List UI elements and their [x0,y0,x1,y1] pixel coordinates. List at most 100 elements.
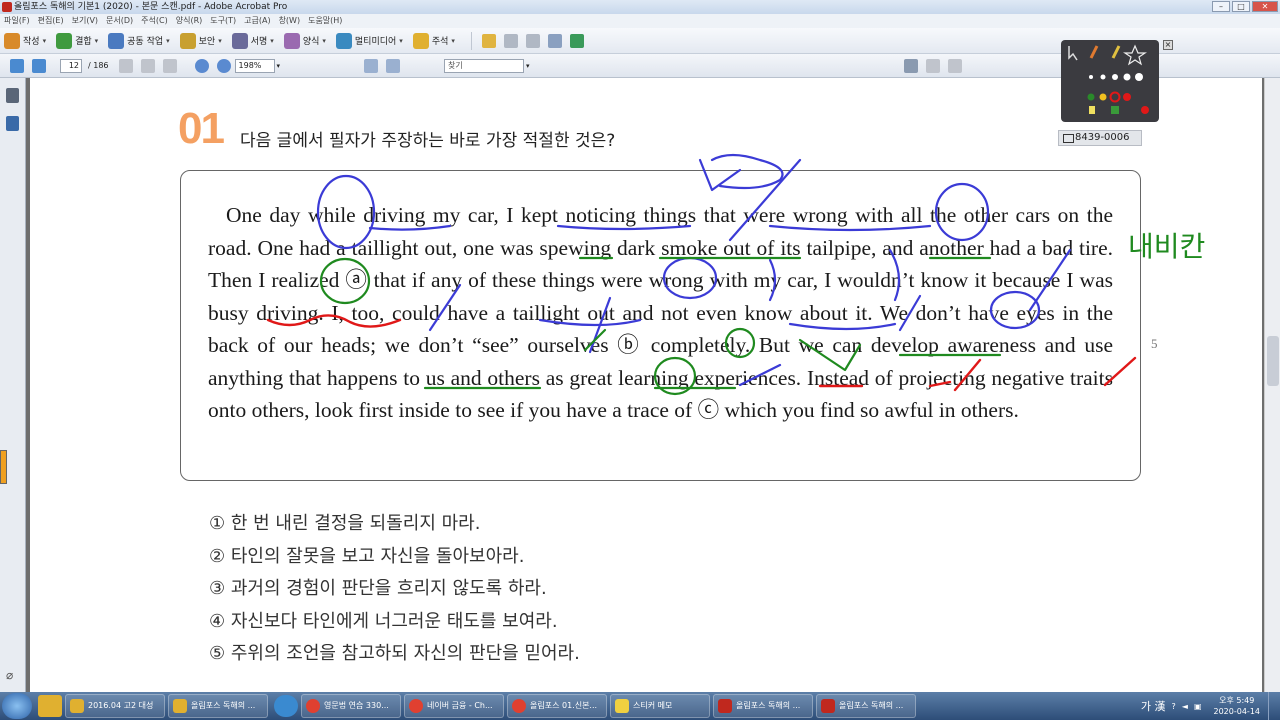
globe-icon[interactable] [569,33,584,48]
minimize-button[interactable]: – [1212,1,1230,12]
lock-icon [179,32,196,49]
color-red [1123,93,1131,101]
collaborate-icon [108,32,125,49]
size-dot-1 [1089,75,1093,79]
fit-page-icon[interactable] [364,58,379,73]
zoom-level-input[interactable]: 198% [234,58,275,73]
menu-tools[interactable]: 도구(T) [210,14,236,28]
taskbar-item-7[interactable]: 올림포스 독해의 ... [713,694,813,718]
option-2[interactable]: ② 타인의 잘못을 보고 자신을 돌아보아라. [209,541,580,574]
zoom-out-icon[interactable] [194,58,209,73]
secure-button[interactable]: 보안 ▾ [179,31,222,51]
clock[interactable]: 오후 5:49 2020-04-14 [1214,695,1261,717]
ie-icon[interactable] [274,695,298,717]
hand-tool-icon[interactable] [140,58,155,73]
pointer-icon [1068,46,1078,61]
option-3[interactable]: ③ 과거의 경험이 판단을 흐리지 않도록 하라. [209,573,580,606]
page-number-input[interactable]: 12 [60,58,82,73]
windows-taskbar: 2016.04 고2 대성 올림포스 독해의 ... 영문법 연습 330...… [0,692,1280,720]
color-red-ring [1109,91,1121,103]
taskbar-item-1[interactable]: 2016.04 고2 대성 [65,694,165,718]
vertical-scrollbar[interactable] [1264,78,1280,692]
create-pdf-icon [4,32,20,49]
acrobat-window: 올림포스 독해의 기본1 (2020) - 본문 스캔.pdf - Adobe … [0,0,1280,720]
size-dot-5 [1135,73,1143,81]
option-4[interactable]: ④ 자신보다 타인에게 너그러운 태도를 보여라. [209,606,580,639]
start-button[interactable] [2,693,32,719]
bookmarks-panel-icon[interactable] [6,116,19,131]
menu-view[interactable]: 보기(V) [72,14,98,28]
forms-button[interactable]: 양식 ▾ [283,31,326,51]
highlight-icon[interactable] [947,58,962,73]
next-page-icon[interactable] [32,58,46,73]
network-icon[interactable]: ▣ [1194,702,1202,711]
taskbar-item-4[interactable]: 네이버 금융 - Ch... [404,694,504,718]
pen-icon [231,32,248,49]
forms-icon [283,32,300,49]
find-input[interactable]: 찾기 [444,58,525,73]
clock-time: 오후 5:49 [1219,696,1255,705]
menu-forms[interactable]: 양식(R) [176,14,203,28]
question-code: 8439-0006 [1058,130,1142,146]
line-number: 5 [1151,336,1158,351]
pencil-icon [1089,45,1099,59]
menu-comments[interactable]: 주석(C) [141,14,168,28]
previous-page-icon[interactable] [10,58,24,73]
taskbar-item-6[interactable]: 스티커 메모 [610,694,710,718]
sign-button[interactable]: 서명 ▾ [231,31,274,51]
palette-close-button[interactable]: × [1163,40,1173,50]
email-icon[interactable] [547,33,562,48]
maximize-button[interactable]: □ [1232,1,1250,12]
page-total: / 186 [88,61,109,70]
window-title: 올림포스 독해의 기본1 (2020) - 본문 스캔.pdf - Adobe … [14,2,288,12]
menu-edit[interactable]: 편집(E) [38,14,64,28]
size-dot-2 [1100,74,1106,80]
zoom-in-icon[interactable] [216,58,231,73]
sticky-note-icon[interactable] [925,58,940,73]
create-button[interactable]: 작성 ▾ [4,31,46,51]
review-icon[interactable] [903,58,918,73]
menu-file[interactable]: 파일(F) [4,14,30,28]
select-text-icon[interactable] [118,58,133,73]
save-icon[interactable] [525,33,540,48]
panel-collapse-handle[interactable] [0,450,7,484]
explorer-quicklaunch-icon[interactable] [38,695,62,717]
taskbar-item-8[interactable]: 올림포스 독해의 ... [816,694,916,718]
option-1[interactable]: ① 한 번 내린 결정을 되돌리지 마라. [209,508,580,541]
collaborate-button[interactable]: 공동 작업 ▾ [108,31,170,51]
ink-tool-palette: × [1061,40,1173,122]
taskbar-item-5[interactable]: 올림포스 01.신본... [507,694,607,718]
open-folder-icon[interactable] [481,33,496,48]
question-title: 다음 글에서 필자가 주장하는 바로 가장 적절한 것은? [240,131,616,151]
menu-advanced[interactable]: 고급(A) [244,14,270,28]
size-dot-3 [1112,74,1118,80]
highlighter-icon [1111,45,1121,59]
option-5[interactable]: ⑤ 주위의 조언을 참고하되 자신의 판단을 믿어라. [209,638,580,671]
taskbar-item-2[interactable]: 올림포스 독해의 ... [168,694,268,718]
size-dot-4 [1123,73,1131,81]
combine-button[interactable]: 결합 ▾ [56,31,98,51]
scrollbar-thumb[interactable] [1267,336,1279,386]
volume-icon[interactable]: ◄ [1182,702,1188,711]
fit-width-icon[interactable] [386,58,401,73]
multimedia-button[interactable]: 멀티미디어 ▾ [335,31,403,51]
color-red-2 [1141,106,1149,114]
passage-text: One day while driving my car, I kept not… [208,203,1113,422]
help-icon[interactable]: ? [1172,702,1176,711]
pages-panel-icon[interactable] [6,88,19,103]
zoom-tool-icon[interactable] [162,58,177,73]
color-dark-green [1111,106,1119,114]
navigation-panel: ⌀ [0,78,26,692]
show-desktop-button[interactable] [1268,692,1280,720]
print-icon[interactable] [503,33,518,48]
ime-indicator[interactable]: 가 漢 [1141,698,1166,714]
multimedia-icon [335,32,352,49]
taskbar-item-3[interactable]: 영문법 연습 330... [301,694,401,718]
attachment-icon[interactable]: ⌀ [6,668,19,683]
comment-button[interactable]: 주석 ▾ [412,31,455,51]
close-button[interactable]: ✕ [1252,1,1278,12]
title-bar: 올림포스 독해의 기본1 (2020) - 본문 스캔.pdf - Adobe … [0,0,1280,14]
menu-help[interactable]: 도움말(H) [308,14,342,28]
menu-document[interactable]: 문서(D) [106,14,133,28]
menu-window[interactable]: 창(W) [279,14,301,28]
